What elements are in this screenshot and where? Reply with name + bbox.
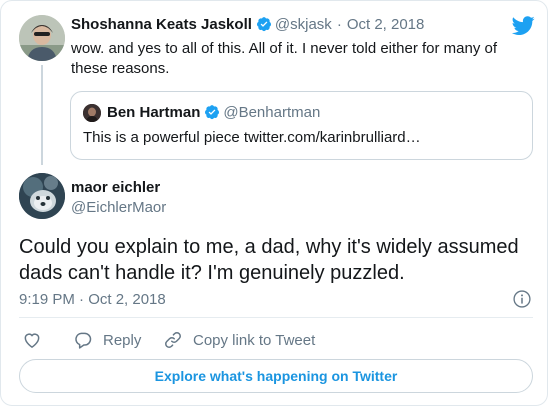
quoted-author-name: Ben Hartman [107, 104, 201, 121]
quoted-tweet-header: Ben Hartman @Benhartman [107, 103, 320, 123]
reply-label: Reply [103, 331, 142, 349]
header-separator: · [336, 16, 342, 33]
explore-twitter-button[interactable]: Explore what's happening on Twitter [19, 359, 533, 393]
main-author-name[interactable]: maor eichler [71, 178, 160, 198]
main-author-handle[interactable]: @EichlerMaor [71, 198, 166, 218]
quoted-author-handle: @Benhartman [223, 104, 321, 121]
reply-button[interactable]: Reply [73, 329, 141, 351]
reply-icon [75, 332, 92, 349]
link-icon [165, 332, 181, 348]
copy-link-button[interactable]: Copy link to Tweet [163, 329, 315, 351]
quoted-author-avatar [83, 104, 101, 122]
thread-connector-line [41, 65, 43, 165]
tweet-timestamp[interactable]: 9:19 PM · Oct 2, 2018 [19, 290, 166, 310]
verified-badge-icon [256, 17, 271, 32]
parent-author-avatar[interactable] [19, 15, 65, 61]
main-author-avatar[interactable] [19, 173, 65, 219]
quoted-tweet[interactable]: Ben Hartman @Benhartman This is a powerfu… [70, 91, 533, 160]
like-button[interactable] [22, 329, 42, 351]
main-tweet-text: Could you explain to me, a dad, why it's… [19, 236, 519, 284]
parent-tweet-text: wow. and yes to all of this. All of it. … [71, 40, 498, 77]
heart-icon [24, 333, 40, 348]
actions-divider [19, 317, 533, 318]
quoted-tweet-text: This is a powerful piece twitter.com/kar… [83, 129, 421, 146]
parent-author-name[interactable]: Shoshanna Keats Jaskoll [71, 16, 252, 33]
verified-badge-icon [205, 105, 220, 120]
parent-author-handle[interactable]: @skjask [275, 16, 332, 33]
tweet-embed-card: Shoshanna Keats Jaskoll @skjask · Oct 2, 20… [0, 0, 548, 406]
copy-link-label: Copy link to Tweet [193, 331, 316, 349]
info-icon[interactable] [512, 289, 532, 309]
parent-tweet-header: Shoshanna Keats Jaskoll @skjask · Oct 2, 20… [71, 15, 424, 35]
parent-tweet-date[interactable]: Oct 2, 2018 [347, 16, 425, 33]
twitter-bird-icon[interactable] [511, 14, 535, 38]
